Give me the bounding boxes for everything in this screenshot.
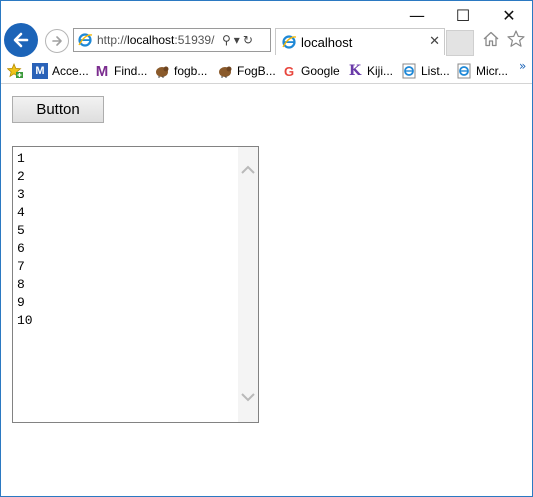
back-arrow-icon <box>13 32 29 48</box>
page-content: Button 1 2 3 4 5 6 7 8 9 10 <box>1 84 532 496</box>
favorite-label: fogb... <box>174 64 208 78</box>
scroll-down-chevron-icon[interactable] <box>241 392 255 402</box>
tab-title: localhost <box>301 34 353 50</box>
m-logo-icon: M <box>95 62 109 80</box>
refresh-icon[interactable]: ↻ <box>243 33 253 47</box>
favorite-label: List... <box>421 64 450 78</box>
back-button[interactable] <box>4 23 38 57</box>
forward-arrow-icon <box>52 36 62 46</box>
search-icon[interactable]: ⚲ <box>222 33 231 47</box>
favorites-star-icon[interactable] <box>506 29 526 49</box>
favorites-bar: M Acce... M Find... fogb... FogB... G Go… <box>1 59 532 84</box>
favorite-fogbugz-1[interactable]: fogb... <box>154 62 207 80</box>
address-port: :51939/ <box>174 33 215 47</box>
favorite-microsoft[interactable]: Micr... <box>456 62 508 80</box>
list-item[interactable]: 1 <box>17 150 33 168</box>
address-bar[interactable]: http://localhost:51939/ ⚲ ▾ ↻ <box>73 28 271 52</box>
list-item[interactable]: 10 <box>17 312 33 330</box>
favorite-label: Acce... <box>52 64 89 78</box>
dropdown-icon[interactable]: ▾ <box>234 33 240 47</box>
navigation-bar: http://localhost:51939/ ⚲ ▾ ↻ localhost … <box>1 21 532 59</box>
ie-page-icon <box>456 63 472 79</box>
favorite-kiji[interactable]: K Kiji... <box>347 62 393 80</box>
favorites-more-chevron-icon[interactable]: » <box>519 59 526 73</box>
scrollbar[interactable] <box>238 147 258 422</box>
tab-localhost[interactable]: localhost ✕ <box>275 28 445 55</box>
ie-page-icon <box>401 63 417 79</box>
favorite-list[interactable]: List... <box>401 62 450 80</box>
list-item[interactable]: 3 <box>17 186 33 204</box>
address-scheme: http:// <box>97 33 128 47</box>
kiji-icon: K <box>348 63 362 79</box>
list-item[interactable]: 8 <box>17 276 33 294</box>
browser-window: — ☐ ✕ http://localhost:51939/ ⚲ ▾ ↻ loca… <box>0 0 533 497</box>
address-text[interactable]: http://localhost:51939/ <box>97 33 219 47</box>
list-item[interactable]: 6 <box>17 240 33 258</box>
access-icon: M <box>32 63 48 79</box>
favorite-find[interactable]: M Find... <box>94 62 148 80</box>
scroll-up-chevron-icon[interactable] <box>241 165 255 175</box>
home-icon[interactable] <box>482 30 500 48</box>
list-item[interactable]: 9 <box>17 294 33 312</box>
kiwi-bird-icon <box>217 63 233 79</box>
add-favorite-icon[interactable] <box>7 63 24 79</box>
favorite-fogbugz-2[interactable]: FogB... <box>217 62 276 80</box>
favorite-label: FogB... <box>237 64 276 78</box>
new-tab-button[interactable] <box>446 30 474 56</box>
favorite-label: Find... <box>114 64 148 78</box>
kiwi-bird-icon <box>154 63 170 79</box>
forward-button[interactable] <box>45 29 69 53</box>
google-icon: G <box>283 63 295 79</box>
favorite-google[interactable]: G Google <box>281 62 340 80</box>
listbox[interactable]: 1 2 3 4 5 6 7 8 9 10 <box>12 146 259 423</box>
tab-close-icon[interactable]: ✕ <box>429 34 440 49</box>
ie-page-icon <box>78 33 93 47</box>
list-item[interactable]: 2 <box>17 168 33 186</box>
list-item[interactable]: 7 <box>17 258 33 276</box>
ie-tab-icon <box>282 35 297 49</box>
list-item[interactable]: 4 <box>17 204 33 222</box>
favorite-access[interactable]: M Acce... <box>32 62 89 80</box>
listbox-items: 1 2 3 4 5 6 7 8 9 10 <box>17 150 33 330</box>
favorite-label: Micr... <box>476 64 508 78</box>
list-item[interactable]: 5 <box>17 222 33 240</box>
favorite-label: Kiji... <box>367 64 394 78</box>
page-button[interactable]: Button <box>12 96 104 123</box>
favorite-label: Google <box>301 64 340 78</box>
address-host: localhost <box>127 33 175 47</box>
